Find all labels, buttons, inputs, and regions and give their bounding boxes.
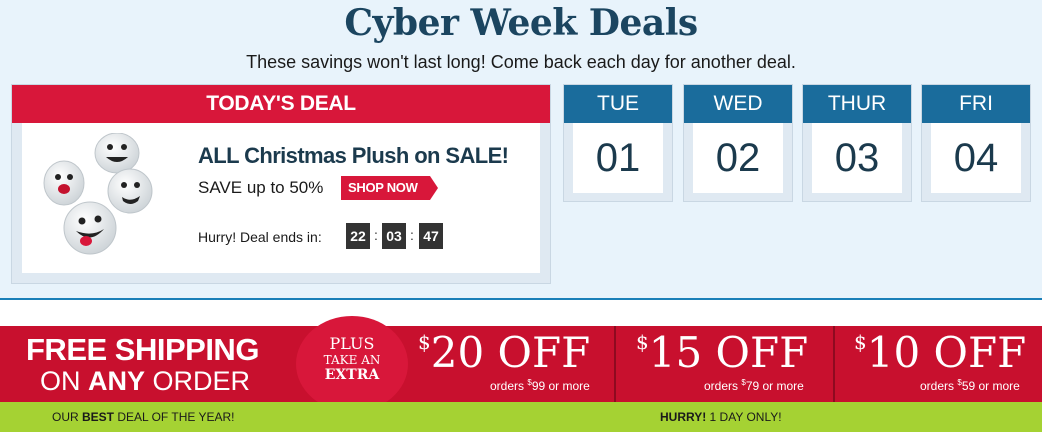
hurry-bold: HURRY! <box>660 410 707 424</box>
offer-note: orders $79 or more <box>704 378 804 393</box>
countdown-separator: : <box>410 227 414 243</box>
offer-20-off[interactable]: $20 OFF orders $99 or more <box>408 326 614 402</box>
note-value: 79 <box>745 379 760 393</box>
free-shipping-headline: FREE SHIPPING <box>26 332 259 367</box>
page-subtitle: These savings won't last long! Come back… <box>246 52 796 72</box>
plus-label: PLUS <box>329 334 375 353</box>
note-value: 99 <box>531 379 546 393</box>
offer-note: orders $59 or more <box>920 378 1020 393</box>
day-card-wed[interactable]: WED 02 <box>683 84 793 202</box>
offer-amount: $20 OFF <box>418 328 590 377</box>
offer-value: 10 OFF <box>866 328 1027 377</box>
snowball-plush-icon[interactable] <box>42 133 162 263</box>
take-an-label: TAKE AN <box>323 353 381 367</box>
day-date: 03 <box>812 123 902 193</box>
note-pre: orders <box>704 379 742 393</box>
offer-currency: $ <box>854 330 867 354</box>
day-card-fri[interactable]: FRI 04 <box>921 84 1031 202</box>
offer-10-off[interactable]: $10 OFF orders $59 or more <box>844 326 1042 402</box>
offer-divider <box>833 326 835 402</box>
page-title: Cyber Week Deals <box>344 2 698 44</box>
countdown-separator: : <box>374 227 378 243</box>
shop-now-button[interactable]: SHOP NOW <box>341 176 438 200</box>
note-post: or more <box>545 379 590 393</box>
plus-extra-text: PLUS TAKE AN EXTRA <box>296 334 408 383</box>
day-card-thur[interactable]: THUR 03 <box>802 84 912 202</box>
todays-deal-card[interactable]: TODAY'S DEAL ALL Christmas Plush on SALE… <box>11 84 551 284</box>
subline-pre: ON <box>40 366 89 396</box>
offer-currency: $ <box>636 330 649 354</box>
best-bold: BEST <box>82 410 115 424</box>
best-pre: OUR <box>52 410 82 424</box>
countdown-hours: 22 <box>346 223 370 249</box>
offer-value: 20 OFF <box>430 328 591 377</box>
day-name: TUE <box>564 85 672 123</box>
deal-title[interactable]: ALL Christmas Plush on SALE! <box>198 143 509 169</box>
note-post: or more <box>759 379 804 393</box>
best-post: DEAL OF THE YEAR! <box>114 410 235 424</box>
day-date: 04 <box>931 123 1021 193</box>
day-date: 01 <box>573 123 663 193</box>
offer-15-off[interactable]: $15 OFF orders $79 or more <box>626 326 832 402</box>
bottom-spacer <box>0 432 1042 445</box>
todays-deal-header: TODAY'S DEAL <box>12 85 550 123</box>
free-shipping-subline: ON ANY ORDER <box>40 366 250 397</box>
extra-label: EXTRA <box>324 367 380 383</box>
offer-value: 15 OFF <box>648 328 809 377</box>
note-value: 59 <box>961 379 976 393</box>
day-name: WED <box>684 85 792 123</box>
section-divider <box>0 298 1042 300</box>
day-name: THUR <box>803 85 911 123</box>
countdown-minutes: 03 <box>382 223 406 249</box>
offer-note: orders $99 or more <box>490 378 590 393</box>
offer-amount: $10 OFF <box>854 328 1026 377</box>
countdown-label: Hurry! Deal ends in: <box>198 229 322 245</box>
top-section: Cyber Week Deals These savings won't las… <box>0 0 1042 300</box>
note-pre: orders <box>920 379 958 393</box>
promo-banner[interactable]: FREE SHIPPING ON ANY ORDER PLUS TAKE AN … <box>0 316 1042 412</box>
deal-save-text: SAVE up to 50% <box>198 178 324 197</box>
offer-currency: $ <box>418 330 431 354</box>
best-deal-text: OUR BEST DEAL OF THE YEAR! <box>52 410 235 424</box>
note-post: or more <box>975 379 1020 393</box>
note-pre: orders <box>490 379 528 393</box>
todays-deal-body: ALL Christmas Plush on SALE! SAVE up to … <box>22 123 540 273</box>
subline-any: ANY <box>88 366 146 396</box>
hurry-one-day-text: HURRY! 1 DAY ONLY! <box>660 410 782 424</box>
offer-amount: $15 OFF <box>636 328 808 377</box>
promo-footer-bar: OUR BEST DEAL OF THE YEAR! HURRY! 1 DAY … <box>0 402 1042 432</box>
hurry-post: 1 DAY ONLY! <box>706 410 782 424</box>
day-card-tue[interactable]: TUE 01 <box>563 84 673 202</box>
offer-divider <box>614 326 616 402</box>
countdown-seconds: 47 <box>419 223 443 249</box>
day-date: 02 <box>693 123 783 193</box>
subline-post: ORDER <box>145 366 251 396</box>
day-name: FRI <box>922 85 1030 123</box>
